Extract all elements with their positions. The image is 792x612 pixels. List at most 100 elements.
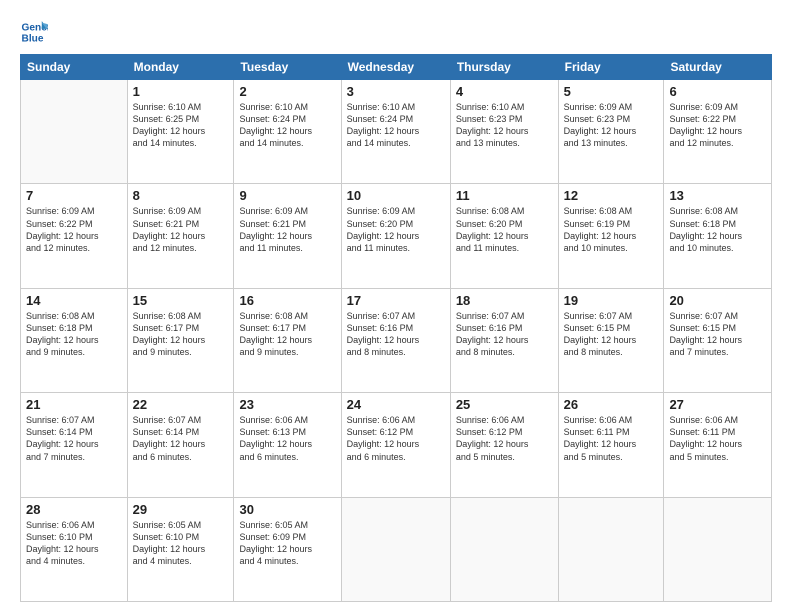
header: General Blue	[20, 18, 772, 46]
day-number: 1	[133, 84, 229, 99]
day-info: Sunrise: 6:06 AM Sunset: 6:11 PM Dayligh…	[564, 414, 659, 463]
day-info: Sunrise: 6:05 AM Sunset: 6:09 PM Dayligh…	[239, 519, 335, 568]
day-number: 25	[456, 397, 553, 412]
day-info: Sunrise: 6:08 AM Sunset: 6:19 PM Dayligh…	[564, 205, 659, 254]
day-number: 7	[26, 188, 122, 203]
day-info: Sunrise: 6:08 AM Sunset: 6:18 PM Dayligh…	[26, 310, 122, 359]
day-number: 24	[347, 397, 445, 412]
table-row: 22 Sunrise: 6:07 AM Sunset: 6:14 PM Dayli…	[127, 393, 234, 497]
table-row: 18 Sunrise: 6:07 AM Sunset: 6:16 PM Dayli…	[450, 288, 558, 392]
day-info: Sunrise: 6:08 AM Sunset: 6:17 PM Dayligh…	[239, 310, 335, 359]
table-row: 12Sunrise: 6:08 AM Sunset: 6:19 PM Dayli…	[558, 184, 664, 288]
day-number: 30	[239, 502, 335, 517]
table-row: 23Sunrise: 6:06 AM Sunset: 6:13 PM Dayli…	[234, 393, 341, 497]
day-info: Sunrise: 6:06 AM Sunset: 6:12 PM Dayligh…	[456, 414, 553, 463]
day-number: 4	[456, 84, 553, 99]
table-row	[341, 497, 450, 601]
day-number: 16	[239, 293, 335, 308]
day-info: Sunrise: 6:09 AM Sunset: 6:20 PM Dayligh…	[347, 205, 445, 254]
day-info: Sunrise: 6:09 AM Sunset: 6:22 PM Dayligh…	[669, 101, 766, 150]
day-header-wednesday: Wednesday	[341, 55, 450, 80]
day-info: Sunrise: 6:07 AM Sunset: 6:15 PM Dayligh…	[669, 310, 766, 359]
day-info: Sunrise: 6:07 AM Sunset: 6:16 PM Dayligh…	[347, 310, 445, 359]
day-number: 11	[456, 188, 553, 203]
day-number: 27	[669, 397, 766, 412]
table-row: 4 Sunrise: 6:10 AM Sunset: 6:23 PM Daylig…	[450, 80, 558, 184]
day-info: Sunrise: 6:05 AM Sunset: 6:10 PM Dayligh…	[133, 519, 229, 568]
table-row: 13 Sunrise: 6:08 AM Sunset: 6:18 PM Dayli…	[664, 184, 772, 288]
day-number: 10	[347, 188, 445, 203]
day-info: Sunrise: 6:10 AM Sunset: 6:24 PM Dayligh…	[347, 101, 445, 150]
day-number: 14	[26, 293, 122, 308]
day-info: Sunrise: 6:10 AM Sunset: 6:24 PM Dayligh…	[239, 101, 335, 150]
table-row: 30 Sunrise: 6:05 AM Sunset: 6:09 PM Dayli…	[234, 497, 341, 601]
table-row: 6 Sunrise: 6:09 AM Sunset: 6:22 PM Daylig…	[664, 80, 772, 184]
day-number: 5	[564, 84, 659, 99]
table-row: 25 Sunrise: 6:06 AM Sunset: 6:12 PM Dayli…	[450, 393, 558, 497]
day-header-tuesday: Tuesday	[234, 55, 341, 80]
day-info: Sunrise: 6:08 AM Sunset: 6:18 PM Dayligh…	[669, 205, 766, 254]
table-row: 14 Sunrise: 6:08 AM Sunset: 6:18 PM Dayli…	[21, 288, 128, 392]
day-info: Sunrise: 6:09 AM Sunset: 6:21 PM Dayligh…	[239, 205, 335, 254]
day-info: Sunrise: 6:07 AM Sunset: 6:15 PM Dayligh…	[564, 310, 659, 359]
table-row: 17 Sunrise: 6:07 AM Sunset: 6:16 PM Dayli…	[341, 288, 450, 392]
day-header-sunday: Sunday	[21, 55, 128, 80]
table-row: 11 Sunrise: 6:08 AM Sunset: 6:20 PM Dayli…	[450, 184, 558, 288]
day-info: Sunrise: 6:10 AM Sunset: 6:23 PM Dayligh…	[456, 101, 553, 150]
day-header-friday: Friday	[558, 55, 664, 80]
day-header-thursday: Thursday	[450, 55, 558, 80]
table-row: 29 Sunrise: 6:05 AM Sunset: 6:10 PM Dayli…	[127, 497, 234, 601]
table-row: 7 Sunrise: 6:09 AM Sunset: 6:22 PM Daylig…	[21, 184, 128, 288]
table-row	[558, 497, 664, 601]
logo: General Blue	[20, 18, 54, 46]
day-info: Sunrise: 6:08 AM Sunset: 6:17 PM Dayligh…	[133, 310, 229, 359]
table-row: 3 Sunrise: 6:10 AM Sunset: 6:24 PM Daylig…	[341, 80, 450, 184]
calendar-page: General Blue SundayMondayTuesdayWednesda…	[0, 0, 792, 612]
day-number: 8	[133, 188, 229, 203]
table-row: 27 Sunrise: 6:06 AM Sunset: 6:11 PM Dayli…	[664, 393, 772, 497]
day-number: 29	[133, 502, 229, 517]
table-row: 21Sunrise: 6:07 AM Sunset: 6:14 PM Dayli…	[21, 393, 128, 497]
day-number: 6	[669, 84, 766, 99]
day-info: Sunrise: 6:06 AM Sunset: 6:10 PM Dayligh…	[26, 519, 122, 568]
day-info: Sunrise: 6:06 AM Sunset: 6:12 PM Dayligh…	[347, 414, 445, 463]
table-row: 8Sunrise: 6:09 AM Sunset: 6:21 PM Daylig…	[127, 184, 234, 288]
day-info: Sunrise: 6:10 AM Sunset: 6:25 PM Dayligh…	[133, 101, 229, 150]
table-row: 2 Sunrise: 6:10 AM Sunset: 6:24 PM Daylig…	[234, 80, 341, 184]
table-row: 20 Sunrise: 6:07 AM Sunset: 6:15 PM Dayli…	[664, 288, 772, 392]
day-number: 13	[669, 188, 766, 203]
day-number: 20	[669, 293, 766, 308]
table-row: 15 Sunrise: 6:08 AM Sunset: 6:17 PM Dayli…	[127, 288, 234, 392]
day-header-saturday: Saturday	[664, 55, 772, 80]
day-info: Sunrise: 6:06 AM Sunset: 6:11 PM Dayligh…	[669, 414, 766, 463]
table-row: 1 Sunrise: 6:10 AM Sunset: 6:25 PM Daylig…	[127, 80, 234, 184]
table-row: 16 Sunrise: 6:08 AM Sunset: 6:17 PM Dayli…	[234, 288, 341, 392]
day-number: 2	[239, 84, 335, 99]
day-number: 23	[239, 397, 335, 412]
day-header-monday: Monday	[127, 55, 234, 80]
day-number: 3	[347, 84, 445, 99]
day-number: 17	[347, 293, 445, 308]
table-row	[450, 497, 558, 601]
table-row: 5 Sunrise: 6:09 AM Sunset: 6:23 PM Daylig…	[558, 80, 664, 184]
day-number: 9	[239, 188, 335, 203]
svg-text:Blue: Blue	[22, 33, 44, 44]
day-info: Sunrise: 6:07 AM Sunset: 6:14 PM Dayligh…	[133, 414, 229, 463]
day-info: Sunrise: 6:09 AM Sunset: 6:22 PM Dayligh…	[26, 205, 122, 254]
day-info: Sunrise: 6:09 AM Sunset: 6:23 PM Dayligh…	[564, 101, 659, 150]
day-number: 28	[26, 502, 122, 517]
day-info: Sunrise: 6:07 AM Sunset: 6:16 PM Dayligh…	[456, 310, 553, 359]
day-number: 26	[564, 397, 659, 412]
table-row: 10 Sunrise: 6:09 AM Sunset: 6:20 PM Dayli…	[341, 184, 450, 288]
logo-icon: General Blue	[20, 18, 48, 46]
table-row: 24 Sunrise: 6:06 AM Sunset: 6:12 PM Dayli…	[341, 393, 450, 497]
table-row	[664, 497, 772, 601]
day-number: 15	[133, 293, 229, 308]
day-number: 18	[456, 293, 553, 308]
day-info: Sunrise: 6:08 AM Sunset: 6:20 PM Dayligh…	[456, 205, 553, 254]
table-row: 19Sunrise: 6:07 AM Sunset: 6:15 PM Dayli…	[558, 288, 664, 392]
day-number: 21	[26, 397, 122, 412]
table-row: 28 Sunrise: 6:06 AM Sunset: 6:10 PM Dayli…	[21, 497, 128, 601]
table-row: 9 Sunrise: 6:09 AM Sunset: 6:21 PM Daylig…	[234, 184, 341, 288]
day-number: 22	[133, 397, 229, 412]
